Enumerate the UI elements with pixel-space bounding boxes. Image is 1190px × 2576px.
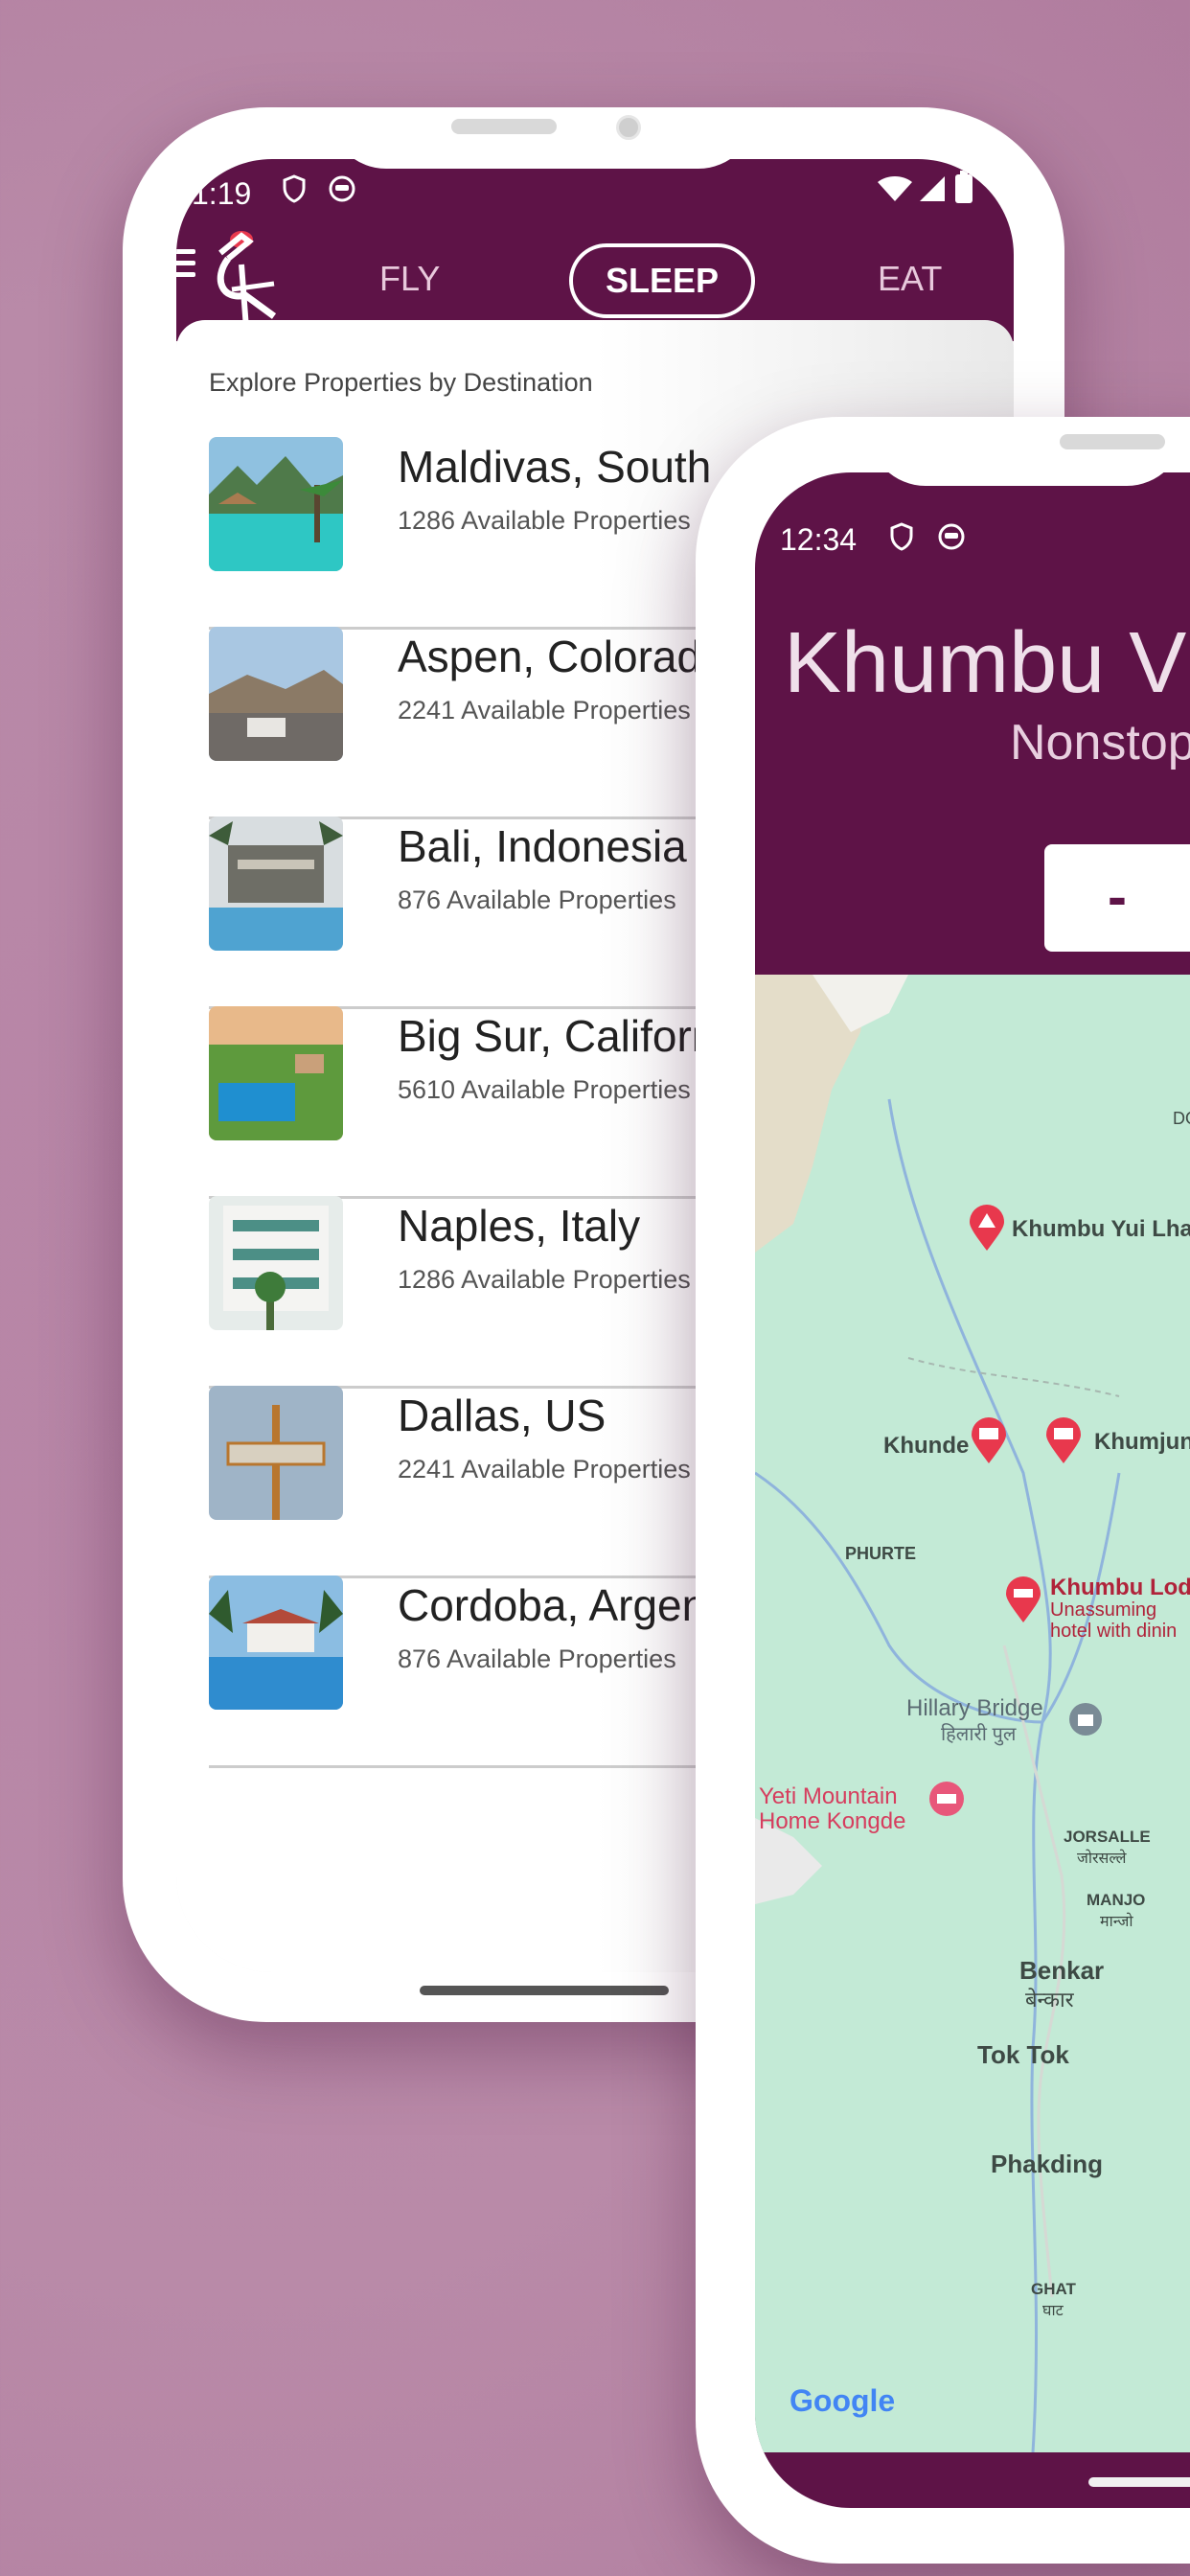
map-label-khumjung: Khumjun [1094,1429,1190,1455]
hotel-subtitle: Nonstop [1010,715,1190,770]
google-logo: Google [790,2383,895,2419]
map-label-manjo-hindi: मान्जो [1100,1914,1133,1930]
map-label-jorsalle: JORSALLE [1064,1828,1151,1846]
property-count: 1286 Available Properties [398,506,691,535]
date-field[interactable]: - [1044,844,1190,952]
face-icon [328,174,356,210]
map-label-ghat: GHAT [1031,2280,1076,2298]
hotel-pin-icon[interactable] [1044,1417,1083,1465]
google-attribution: Google [790,2383,896,2418]
map-label-ghat-hindi: घाट [1042,2303,1064,2319]
home-indicator[interactable] [420,1986,669,1995]
property-thumbnail [209,1006,343,1140]
property-thumbnail [209,1386,343,1520]
landmark-pin-icon[interactable] [1067,1701,1104,1737]
peak-pin-icon[interactable] [968,1205,1006,1253]
map-label-yui-lha: Khumbu Yui Lha [1012,1216,1190,1242]
date-field-value: - [1108,864,1127,929]
status-time: 12:34 [780,522,858,557]
right-phone-screen: 12:34 Khumbu V Nonstop - Khumbu Yui Lha [755,472,1190,2508]
app-header: 1:19 FLY SLEEP EAT [176,159,1014,342]
property-thumbnail [209,437,343,571]
right-phone: 12:34 Khumbu V Nonstop - Khumbu Yui Lha [696,417,1190,2564]
tab-eat[interactable]: EAT [878,259,942,299]
menu-icon[interactable] [176,249,195,284]
section-title: Explore Properties by Destination [209,368,593,397]
property-thumbnail [209,816,343,951]
property-thumbnail [209,627,343,761]
map-label-hillary: Hillary Bridge [906,1695,1043,1721]
lodge-pin-icon[interactable] [1004,1576,1042,1624]
phone-notch [329,107,756,169]
map-label-yeti: Home Kongde [759,1808,906,1834]
shield-icon [889,522,914,558]
map-label-lodge-desc: Unassuming [1050,1599,1157,1621]
face-icon [937,522,966,558]
camera [616,115,641,140]
map-label-manjo: MANJO [1087,1891,1146,1909]
property-name: Maldivas, South [398,442,712,492]
property-count: 5610 Available Properties [398,1075,691,1104]
property-count: 2241 Available Properties [398,1455,691,1484]
hotel-pin-icon[interactable] [927,1780,966,1822]
property-name: Bali, Indonesia [398,821,687,871]
home-indicator[interactable] [1088,2477,1190,2487]
phone-notch [868,417,1184,486]
property-thumbnail [209,1196,343,1330]
map-label-phakding: Phakding [991,2150,1104,2178]
map-label-jorsalle-hindi: जोरसल्ले [1077,1851,1127,1867]
speaker [451,119,557,134]
shield-icon [282,174,307,210]
tab-fly[interactable]: FLY [379,259,440,299]
wifi-icon [876,174,914,210]
property-thumbnail [209,1576,343,1710]
map-label-dol: DOL [1173,1109,1190,1128]
status-time: 1:19 [192,176,252,211]
map-label-hillary-hindi: हिलारी पुल [941,1724,1017,1745]
map-label-benkar: Benkar [1019,1956,1105,1985]
map-label-lodge: Khumbu Lod [1050,1575,1190,1600]
property-name: Dallas, US [398,1391,606,1440]
map-label-yeti: Yeti Mountain [759,1783,898,1809]
battery-icon [954,171,973,210]
map-view[interactable]: Khumbu Yui Lha DOL Khunde Khumjun PHURTE… [755,975,1190,2452]
map-label-lodge-desc: hotel with dinin [1050,1621,1178,1642]
signal-icon [916,174,947,210]
property-name: Naples, Italy [398,1201,641,1251]
hotel-pin-icon[interactable] [970,1417,1008,1465]
property-count: 1286 Available Properties [398,1265,691,1294]
property-count: 876 Available Properties [398,1644,676,1673]
property-count: 2241 Available Properties [398,696,691,724]
hotel-title: Khumbu V [784,615,1187,711]
map-label-benkar-hindi: बेन्कार [1025,1988,1074,2012]
tab-sleep[interactable]: SLEEP [569,243,756,318]
map-label-khunde: Khunde [883,1433,970,1459]
speaker [1060,434,1165,449]
map-label-toktok: Tok Tok [977,2040,1069,2069]
map-label-phurte: PHURTE [845,1544,917,1563]
property-count: 876 Available Properties [398,886,676,914]
property-name: Aspen, Colorado [398,632,726,681]
